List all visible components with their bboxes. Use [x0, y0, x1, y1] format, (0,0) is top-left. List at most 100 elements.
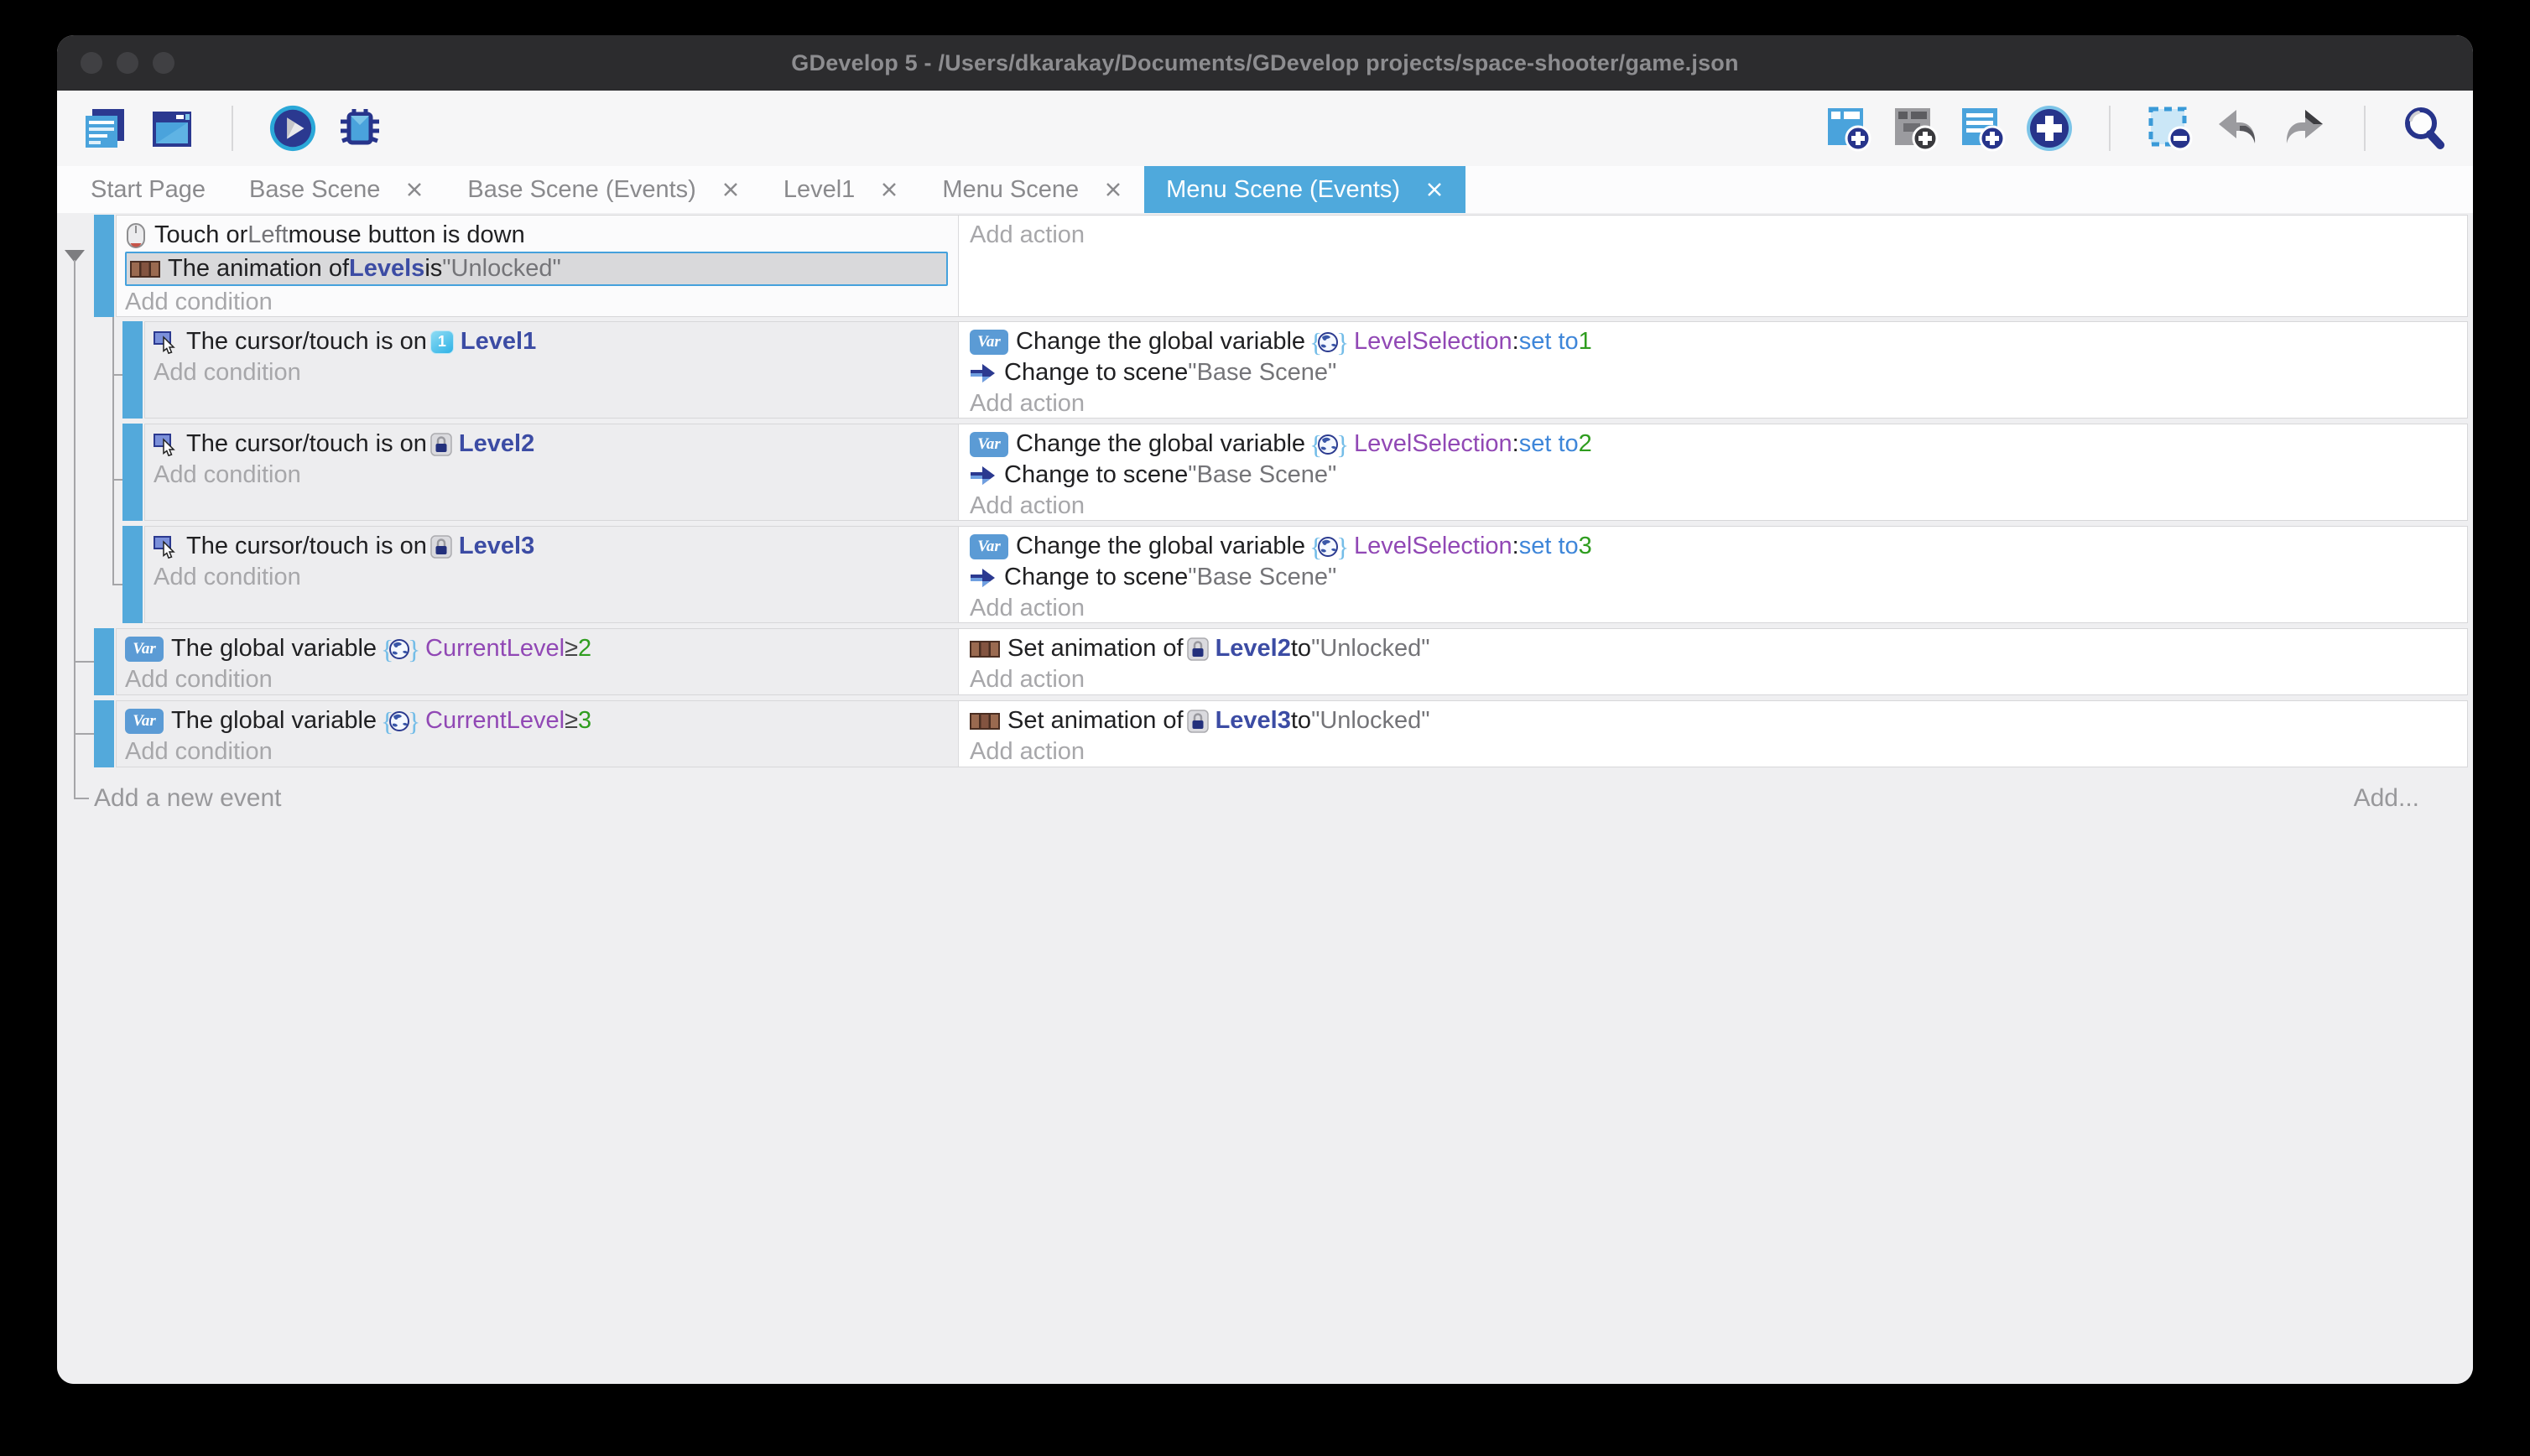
event-row: Touch or Left mouse button is down The a… — [116, 215, 2468, 317]
action-text: Change the global variable — [1016, 430, 1305, 458]
action[interactable]: Var Change the global variable {}LevelSe… — [970, 429, 2467, 460]
actions-cell: Var Change the global variable {}LevelSe… — [959, 527, 2467, 622]
add-sub-event-icon[interactable] — [1891, 104, 1939, 153]
condition-selected[interactable]: The animation of Levels is "Unlocked" — [125, 252, 948, 286]
object-thumbnail-level1: 1 — [430, 330, 454, 354]
action[interactable]: Change to scene "Base Scene" — [970, 562, 2467, 593]
event-row: The cursor/touch is on Level2 Add condit… — [144, 424, 2468, 521]
action[interactable]: Var Change the global variable {}LevelSe… — [970, 326, 2467, 357]
condition-text: The cursor/touch is on — [186, 533, 427, 560]
tree-connector — [112, 584, 122, 585]
toolbar-divider — [2364, 106, 2366, 151]
add-action-button[interactable]: Add action — [970, 736, 2467, 767]
svg-text:}: } — [1336, 329, 1347, 356]
play-preview-icon[interactable] — [268, 104, 317, 153]
delete-event-icon[interactable] — [2146, 104, 2194, 153]
object-name: Levels — [349, 255, 424, 283]
condition[interactable]: The cursor/touch is on Level3 — [154, 531, 958, 562]
svg-text:}: } — [408, 636, 419, 663]
object-thumbnail-lock — [430, 535, 452, 559]
add-event-dialog-icon[interactable] — [2025, 104, 2074, 153]
actions-cell: Var Change the global variable {}LevelSe… — [959, 424, 2467, 520]
action-param: "Base Scene" — [1188, 461, 1336, 489]
object-thumbnail-lock — [1187, 710, 1209, 733]
event-row: The cursor/touch is on Level3 Add condit… — [144, 526, 2468, 623]
close-window-button[interactable] — [81, 52, 102, 74]
event-bar[interactable] — [94, 700, 114, 767]
add-more-button[interactable]: Add... — [2354, 783, 2419, 814]
close-tab-icon[interactable] — [1104, 180, 1122, 199]
action[interactable]: Change to scene "Base Scene" — [970, 460, 2467, 491]
close-tab-icon[interactable] — [880, 180, 898, 199]
condition-param: Left — [247, 221, 288, 249]
actions-cell: Var Change the global variable {}LevelSe… — [959, 322, 2467, 418]
variable-icon: Var — [970, 330, 1008, 355]
close-tab-icon[interactable] — [405, 180, 424, 199]
main-toolbar — [57, 91, 2473, 166]
add-condition-button[interactable]: Add condition — [125, 287, 958, 318]
redo-icon[interactable] — [2280, 104, 2329, 153]
add-condition-button[interactable]: Add condition — [154, 460, 958, 491]
event-bar[interactable] — [94, 628, 114, 695]
search-icon[interactable] — [2401, 104, 2449, 153]
minimize-window-button[interactable] — [117, 52, 138, 74]
global-variable-icon: {} — [380, 636, 419, 663]
event-bar[interactable] — [122, 321, 143, 419]
add-new-event-button[interactable]: Add a new event — [94, 783, 282, 814]
tree-connector — [74, 798, 89, 799]
action[interactable]: Var Change the global variable {}LevelSe… — [970, 531, 2467, 562]
condition[interactable]: The cursor/touch is on Level2 — [154, 429, 958, 460]
event-bar[interactable] — [122, 526, 143, 623]
svg-text:}: } — [1336, 431, 1347, 458]
condition[interactable]: The cursor/touch is on 1Level1 — [154, 326, 958, 357]
condition[interactable]: Var The global variable {}CurrentLevel ≥… — [125, 633, 958, 664]
tree-connector — [112, 374, 122, 376]
undo-icon[interactable] — [2213, 104, 2262, 153]
condition[interactable]: Touch or Left mouse button is down — [125, 220, 958, 251]
action-text: Change to scene — [1004, 359, 1188, 387]
conditions-cell: Var The global variable {}CurrentLevel ≥… — [117, 701, 959, 767]
tab-start-page[interactable]: Start Page — [69, 166, 227, 213]
object-thumbnail-lock — [1187, 637, 1209, 661]
tab-menu-scene-events[interactable]: Menu Scene (Events) — [1144, 166, 1465, 213]
add-action-button[interactable]: Add action — [970, 593, 2467, 624]
add-condition-button[interactable]: Add condition — [125, 664, 958, 695]
add-action-button[interactable]: Add action — [970, 664, 2467, 695]
add-event-icon[interactable] — [1824, 104, 1872, 153]
condition[interactable]: Var The global variable {}CurrentLevel ≥… — [125, 705, 958, 736]
action[interactable]: Set animation of Level3 to "Unlocked" — [970, 705, 2467, 736]
add-action-button[interactable]: Add action — [970, 491, 2467, 522]
add-condition-button[interactable]: Add condition — [125, 736, 958, 767]
mouse-icon — [125, 222, 147, 249]
tab-base-scene-events[interactable]: Base Scene (Events) — [445, 166, 761, 213]
conditions-cell: The cursor/touch is on 1Level1 Add condi… — [145, 322, 959, 418]
conditions-cell: Var The global variable {}CurrentLevel ≥… — [117, 629, 959, 694]
traffic-lights — [81, 52, 174, 74]
global-variable-icon: {} — [1309, 533, 1347, 560]
zoom-window-button[interactable] — [153, 52, 174, 74]
tab-menu-scene[interactable]: Menu Scene — [920, 166, 1144, 213]
scene-editor-window-icon[interactable] — [148, 104, 196, 153]
action[interactable]: Set animation of Level2 to "Unlocked" — [970, 633, 2467, 664]
event-bar[interactable] — [94, 215, 114, 317]
editor-tabbar: Start Page Base Scene Base Scene (Events… — [57, 166, 2473, 213]
debug-icon[interactable] — [336, 104, 384, 153]
add-condition-button[interactable]: Add condition — [154, 562, 958, 593]
condition-text: The global variable — [171, 635, 377, 663]
add-action-button[interactable]: Add action — [970, 220, 2467, 251]
add-condition-button[interactable]: Add condition — [154, 357, 958, 388]
actions-cell: Set animation of Level3 to "Unlocked" Ad… — [959, 701, 2467, 767]
close-tab-icon[interactable] — [1425, 180, 1444, 199]
condition-value: 2 — [578, 635, 591, 663]
action[interactable]: Change to scene "Base Scene" — [970, 357, 2467, 388]
add-comment-icon[interactable] — [1958, 104, 2007, 153]
action-text: Set animation of — [1007, 635, 1184, 663]
event-bar[interactable] — [122, 424, 143, 521]
tab-base-scene[interactable]: Base Scene — [227, 166, 445, 213]
event-row: Var The global variable {}CurrentLevel ≥… — [116, 628, 2468, 695]
add-action-button[interactable]: Add action — [970, 388, 2467, 419]
project-manager-icon[interactable] — [81, 104, 129, 153]
close-tab-icon[interactable] — [721, 180, 740, 199]
change-scene-icon — [970, 362, 997, 384]
tab-level1[interactable]: Level1 — [762, 166, 920, 213]
